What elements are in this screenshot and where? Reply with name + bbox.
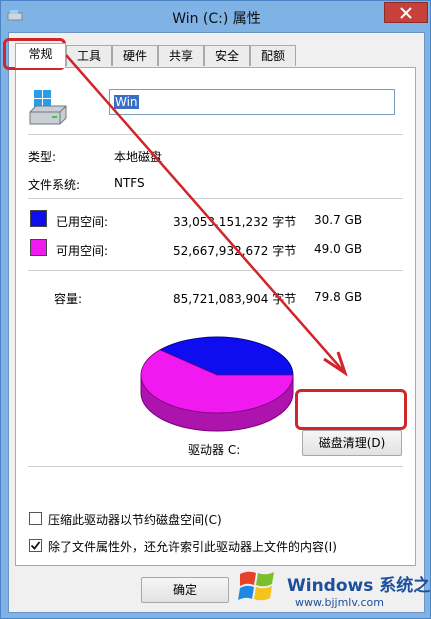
window-title: Win (C:) 属性 — [172, 11, 261, 27]
divider — [28, 270, 403, 271]
tab-general[interactable]: 常规 — [15, 43, 66, 68]
checkmark-icon — [30, 541, 41, 550]
divider — [28, 198, 403, 199]
close-icon — [400, 7, 412, 19]
drive-letter-label: 驱动器 C: — [188, 443, 241, 457]
index-label: 除了文件属性外，还允许索引此驱动器上文件的内容(I) — [48, 540, 337, 554]
tab-hardware-label: 硬件 — [122, 49, 147, 63]
watermark-title: Windows 系统之家 — [287, 576, 431, 596]
capacity-gb: 79.8 GB — [314, 290, 363, 304]
ok-button[interactable]: 确定 — [141, 577, 229, 603]
hard-drive-icon — [29, 90, 67, 125]
tab-sharing[interactable]: 共享 — [158, 45, 204, 66]
disk-cleanup-button[interactable]: 磁盘清理(D) — [302, 430, 402, 456]
divider — [28, 466, 403, 467]
highlight-cleanup-button — [295, 389, 407, 430]
tab-quota-label: 配额 — [260, 49, 285, 63]
filesystem-label: 文件系统: — [28, 178, 81, 192]
type-value: 本地磁盘 — [114, 150, 163, 164]
tab-hardware[interactable]: 硬件 — [112, 45, 158, 66]
type-label: 类型: — [28, 150, 57, 164]
general-tab-panel: Win 类型: 本地磁盘 文件系统: NTFS 已用空间: 33,053,151… — [15, 67, 416, 566]
index-checkbox[interactable] — [29, 539, 42, 552]
free-space-label: 可用空间: — [56, 244, 109, 258]
watermark: Windows 系统之家 www.bjjmlv.com — [230, 560, 431, 619]
tab-security[interactable]: 安全 — [204, 45, 250, 66]
used-space-label: 已用空间: — [56, 215, 109, 229]
close-button[interactable] — [384, 2, 428, 23]
used-space-gb: 30.7 GB — [314, 213, 363, 227]
tab-sharing-label: 共享 — [168, 49, 193, 63]
capacity-bytes: 85,721,083,904 字节 — [173, 292, 297, 306]
free-space-swatch — [30, 239, 47, 256]
capacity-label: 容量: — [54, 292, 83, 306]
free-space-gb: 49.0 GB — [314, 242, 363, 256]
used-space-bytes: 33,053,151,232 字节 — [173, 215, 297, 229]
divider — [28, 134, 403, 135]
compress-checkbox[interactable] — [29, 512, 42, 525]
dialog-body: 常规 工具 硬件 共享 安全 配额 Win 类型: 本地磁盘 文件系统: NTF… — [8, 32, 425, 613]
windows-logo-icon — [238, 571, 274, 601]
tab-quota[interactable]: 配额 — [250, 45, 296, 66]
properties-window: Win (C:) 属性 常规 工具 硬件 共享 安全 配额 Win 类型: 本地… — [0, 0, 431, 619]
drive-name-selected-text: Win — [114, 95, 139, 109]
drive-name-input[interactable]: Win — [109, 89, 395, 115]
filesystem-value: NTFS — [114, 176, 145, 190]
compress-label: 压缩此驱动器以节约磁盘空间(C) — [48, 513, 222, 527]
tab-tools-label: 工具 — [76, 49, 101, 63]
free-space-bytes: 52,667,932,672 字节 — [173, 244, 297, 258]
watermark-url: www.bjjmlv.com — [295, 596, 384, 609]
disk-usage-pie-chart — [140, 336, 294, 432]
tab-security-label: 安全 — [214, 49, 239, 63]
used-space-swatch — [30, 210, 47, 227]
title-bar[interactable]: Win (C:) 属性 — [1, 1, 431, 33]
tab-general-label: 常规 — [28, 47, 53, 61]
tab-tools[interactable]: 工具 — [66, 45, 112, 66]
